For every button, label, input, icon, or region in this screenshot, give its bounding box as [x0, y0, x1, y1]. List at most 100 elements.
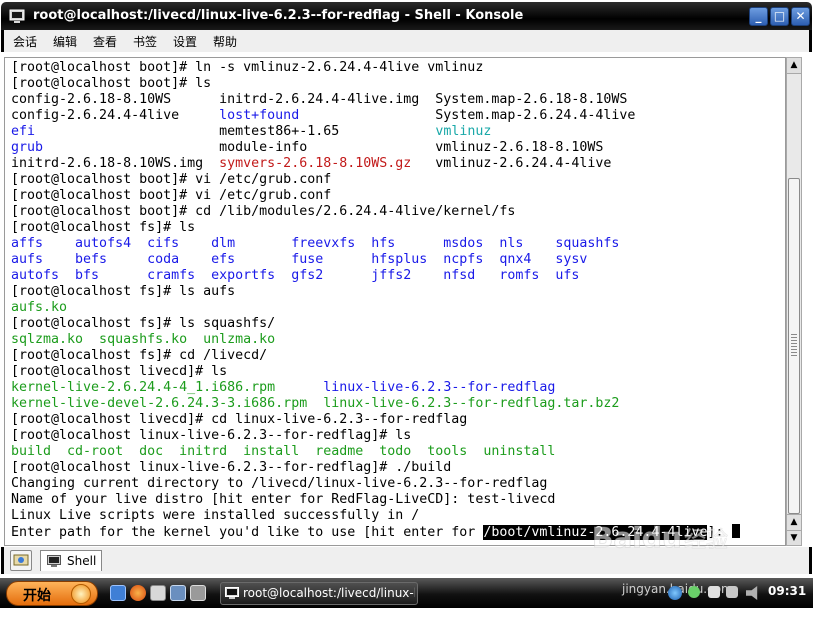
menu-session[interactable]: 会话	[13, 33, 37, 50]
volume-icon[interactable]	[746, 586, 758, 600]
terminal-text: memtest86+-1.65	[35, 124, 436, 139]
tray-icon-3[interactable]	[708, 586, 720, 598]
task-button-konsole[interactable]: root@localhost:/livecd/linux-li	[220, 582, 418, 605]
terminal-text: vmlinuz	[435, 124, 492, 139]
terminal-line: grub module-info vmlinuz-2.6.18-8.10WS	[11, 140, 740, 156]
terminal-text: /boot/vmlinuz-2.6.24.4-4live	[483, 525, 708, 540]
menu-bookmarks[interactable]: 书签	[133, 33, 157, 50]
terminal-line: efi memtest86+-1.65 vmlinuz	[11, 124, 740, 140]
tray-icon-4[interactable]	[726, 586, 738, 598]
konsole-task-icon	[225, 587, 239, 599]
title-bar[interactable]: root@localhost:/livecd/linux-live-6.2.3-…	[1, 2, 812, 30]
taskbar: 开始 root@localhost:/livecd/linux-li jingy…	[0, 578, 813, 608]
terminal-text: build cd-root doc initrd install readme …	[11, 444, 556, 459]
menu-settings[interactable]: 设置	[173, 33, 197, 50]
terminal-line: autofs bfs cramfs exportfs gfs2 jffs2 nf…	[11, 268, 740, 284]
terminal-text: [root@localhost fs]# ls	[11, 220, 196, 235]
konsole-app-icon	[9, 9, 25, 23]
menu-help[interactable]: 帮助	[213, 33, 237, 50]
desktop-icon[interactable]	[110, 585, 126, 601]
terminal-line: aufs.ko	[11, 300, 740, 316]
session-tab-bar: Shell	[1, 547, 812, 574]
terminal-line: [root@localhost linux-live-6.2.3--for-re…	[11, 460, 740, 476]
tab-shell[interactable]: Shell	[40, 550, 102, 571]
terminal-line: [root@localhost livecd]# ls	[11, 364, 740, 380]
firefox-icon[interactable]	[130, 585, 146, 601]
terminal-line: Name of your live distro [hit enter for …	[11, 492, 740, 508]
terminal-line: aufs befs coda efs fuse hfsplus ncpfs qn…	[11, 252, 740, 268]
terminal-line: initrd-2.6.18-8.10WS.img symvers-2.6.18-…	[11, 156, 740, 172]
terminal-text: sqlzma.ko squashfs.ko unlzma.ko	[11, 332, 276, 347]
terminal-text: [root@localhost boot]# vi /etc/grub.conf	[11, 188, 332, 203]
window-title: root@localhost:/livecd/linux-live-6.2.3-…	[33, 8, 524, 23]
new-session-button[interactable]	[10, 550, 32, 571]
terminal-text: [root@localhost fs]# ls squashfs/	[11, 316, 276, 331]
terminal-text: [root@localhost boot]# ls	[11, 76, 212, 91]
start-button[interactable]: 开始	[6, 581, 98, 606]
terminal-line: [root@localhost fs]# cd /livecd/	[11, 348, 740, 364]
terminal-line: [root@localhost fs]# ls	[11, 220, 740, 236]
maximize-button[interactable]: □	[770, 7, 789, 26]
terminal-text: kernel-live-2.6.24.4-4_1.i686.rpm	[11, 380, 276, 395]
redflag-logo-icon	[71, 584, 91, 604]
terminal-text: [root@localhost linux-live-6.2.3--for-re…	[11, 460, 452, 475]
terminal-text: lost+found	[219, 108, 300, 123]
terminal-text: kernel-live-devel-2.6.24.3-3.i686.rpm	[11, 396, 308, 411]
terminal-line: build cd-root doc initrd install readme …	[11, 444, 740, 460]
terminal-text: autofs bfs cramfs exportfs gfs2 jffs2 nf…	[11, 268, 580, 283]
terminal-line: [root@localhost fs]# ls aufs	[11, 284, 740, 300]
terminal-text: [root@localhost boot]# vi /etc/grub.conf	[11, 172, 332, 187]
terminal-text: [root@localhost boot]# cd /lib/modules/2…	[11, 204, 516, 219]
terminal-launcher-icon[interactable]	[190, 585, 206, 601]
text-cursor	[731, 524, 740, 538]
terminal-text: [root@localhost fs]# cd /livecd/	[11, 348, 268, 363]
terminal-line: [root@localhost boot]# cd /lib/modules/2…	[11, 204, 740, 220]
start-label: 开始	[23, 588, 51, 604]
terminal-text: [root@localhost linux-live-6.2.3--for-re…	[11, 428, 412, 443]
terminal-text: symvers-2.6.18-8.10WS.gz	[219, 156, 412, 171]
terminal-text: [root@localhost boot]# ln -s vmlinuz-2.6…	[11, 60, 484, 75]
terminal-line: Changing current directory to /livecd/li…	[11, 476, 740, 492]
terminal-text: affs autofs4 cifs dlm freevxfs hfs msdos…	[11, 236, 620, 251]
scroll-down-arrow-icon[interactable]: ▼	[787, 530, 801, 545]
terminal-text: config-2.6.24.4-4live	[11, 108, 220, 123]
close-button[interactable]: ✕	[791, 7, 810, 26]
terminal-line: kernel-live-2.6.24.4-4_1.i686.rpm linux-…	[11, 380, 740, 396]
scroll-up-arrow-icon-lower[interactable]: ▲	[787, 514, 801, 530]
terminal-text: Changing current directory to /livecd/li…	[11, 476, 548, 491]
terminal-line: Linux Live scripts were installed succes…	[11, 508, 740, 524]
task-button-label: root@localhost:/livecd/linux-li	[243, 586, 415, 600]
terminal-line: [root@localhost livecd]# cd linux-live-6…	[11, 412, 740, 428]
terminal-output[interactable]: [root@localhost boot]# ln -s vmlinuz-2.6…	[4, 57, 786, 546]
menu-edit[interactable]: 编辑	[53, 33, 77, 50]
terminal-text: Enter path for the kernel you'd like to …	[11, 525, 484, 540]
terminal-lines: [root@localhost boot]# ln -s vmlinuz-2.6…	[11, 60, 740, 540]
terminal-text: initrd-2.6.18-8.10WS.img	[11, 156, 220, 171]
minimize-button[interactable]: _	[749, 7, 768, 26]
status-icon[interactable]	[688, 586, 700, 598]
tab-shell-label: Shell	[67, 554, 97, 568]
terminal-line: [root@localhost boot]# ln -s vmlinuz-2.6…	[11, 60, 740, 76]
terminal-text: aufs.ko	[11, 300, 68, 315]
vertical-scrollbar[interactable]: ▲ ▲ ▼	[786, 57, 802, 546]
menu-bar: 会话 编辑 查看 书签 设置 帮助	[1, 30, 812, 52]
terminal-line: [root@localhost linux-live-6.2.3--for-re…	[11, 428, 740, 444]
scroll-thumb[interactable]	[788, 178, 800, 514]
file-manager-icon[interactable]	[150, 585, 166, 601]
terminal-text: [root@localhost fs]# ls aufs	[11, 284, 236, 299]
clock: 09:31	[768, 584, 807, 598]
terminal-line: Enter path for the kernel you'd like to …	[11, 524, 740, 540]
terminal-line: affs autofs4 cifs dlm freevxfs hfs msdos…	[11, 236, 740, 252]
terminal-text: ]:	[707, 525, 732, 540]
menu-view[interactable]: 查看	[93, 33, 117, 50]
scroll-up-arrow-icon[interactable]: ▲	[787, 58, 801, 74]
terminal-text: grub	[11, 140, 44, 155]
konsole-window: root@localhost:/livecd/linux-live-6.2.3-…	[0, 0, 813, 617]
network-icon[interactable]	[668, 586, 682, 600]
terminal-text: [root@localhost livecd]# cd linux-live-6…	[11, 412, 468, 427]
computer-icon[interactable]	[170, 585, 186, 601]
terminal-line: [root@localhost boot]# vi /etc/grub.conf	[11, 172, 740, 188]
terminal-text: vmlinuz-2.6.24.4-4live	[411, 156, 612, 171]
